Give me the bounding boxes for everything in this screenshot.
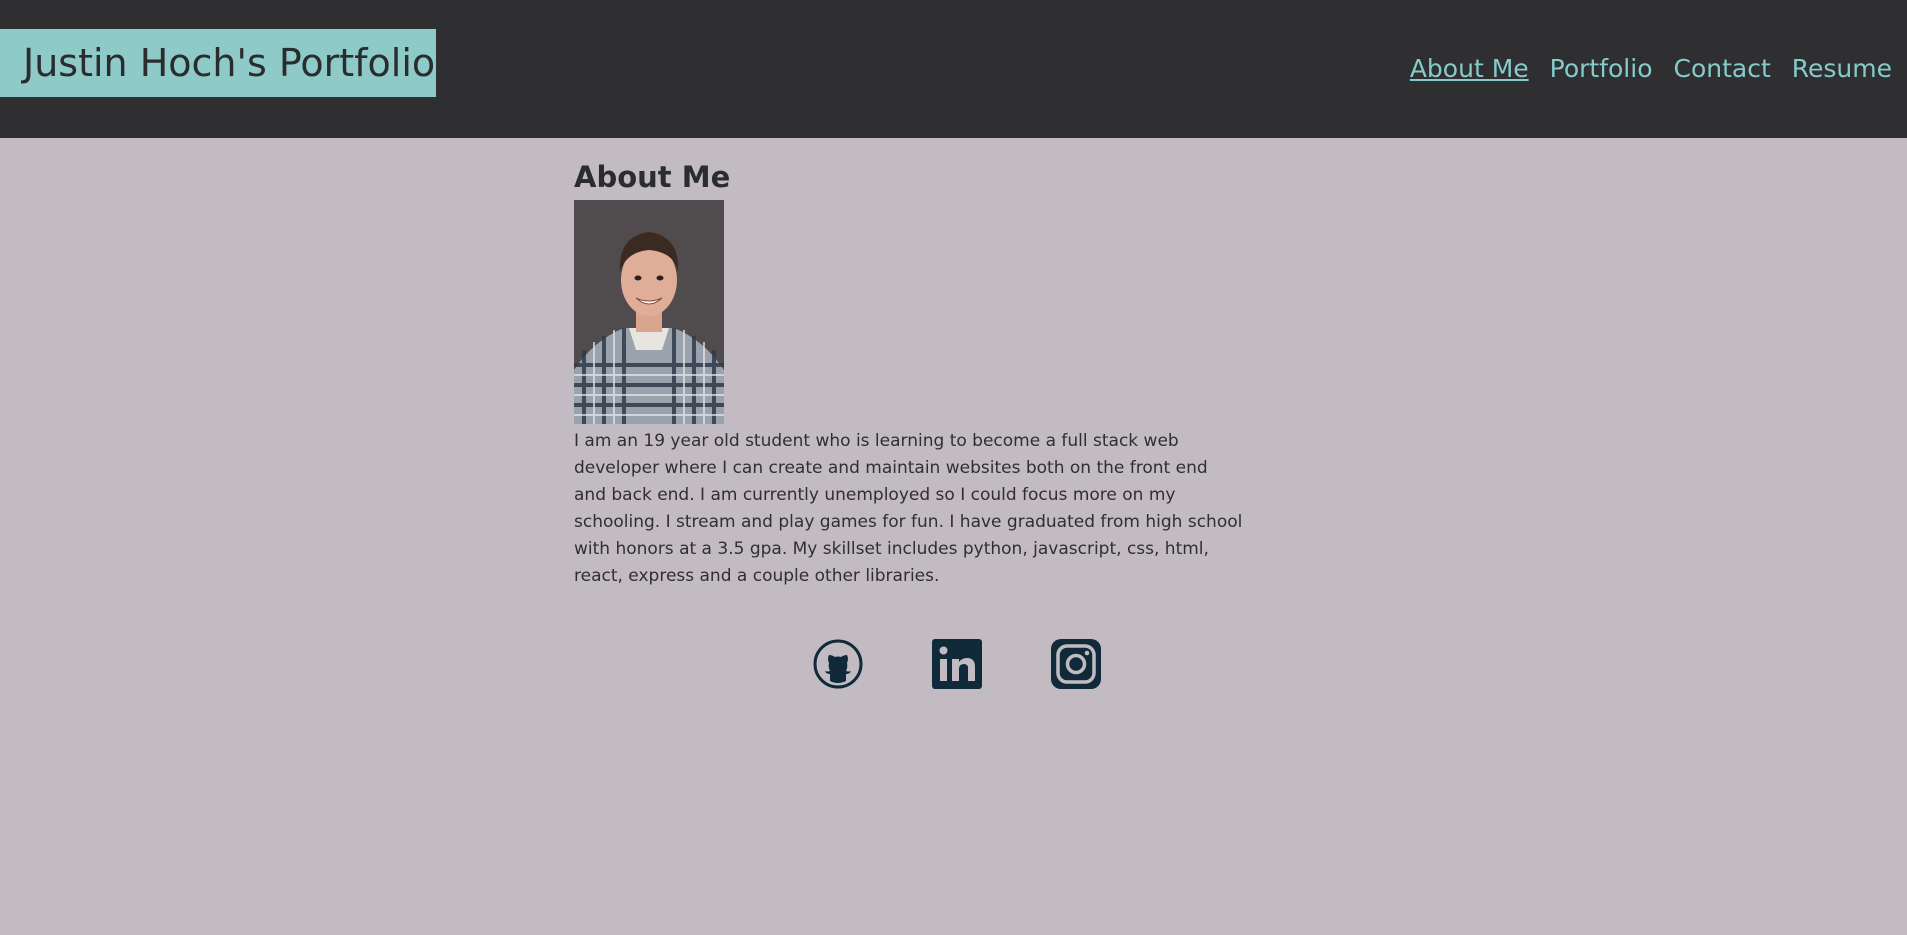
nav-link-portfolio[interactable]: Portfolio [1550, 52, 1653, 86]
instagram-icon[interactable] [1051, 639, 1101, 689]
nav-link-resume[interactable]: Resume [1792, 52, 1892, 86]
main-nav: About Me Portfolio Contact Resume [1410, 52, 1892, 86]
section-heading: About Me [574, 160, 731, 194]
nav-link-about-me[interactable]: About Me [1410, 52, 1529, 86]
bio-text: I am an 19 year old student who is learn… [574, 431, 1243, 586]
profile-photo [574, 200, 724, 424]
about-section: About Me I am an 19 year old student who… [574, 158, 1244, 590]
social-links [813, 639, 1101, 689]
github-icon[interactable] [813, 639, 863, 689]
linkedin-icon[interactable] [932, 639, 982, 689]
nav-link-contact[interactable]: Contact [1674, 52, 1771, 86]
site-title: Justin Hoch's Portfolio [0, 29, 436, 97]
top-navbar: Justin Hoch's Portfolio About Me Portfol… [0, 0, 1907, 138]
